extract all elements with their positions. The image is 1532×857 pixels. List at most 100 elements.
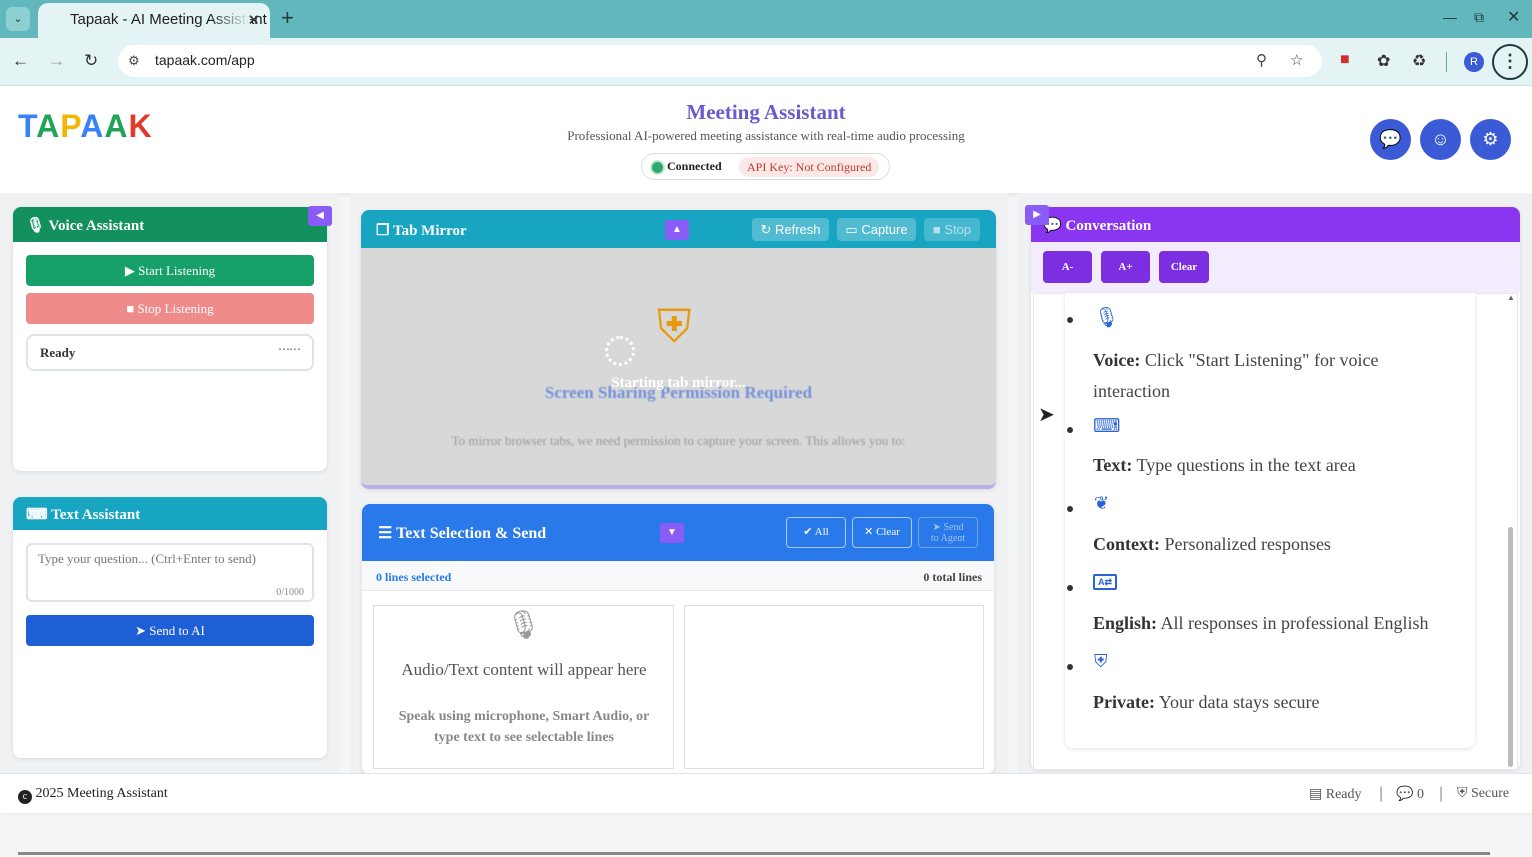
selectable-lines-left[interactable]: 🎙 Audio/Text content will appear here Sp… <box>373 605 674 769</box>
feature-private-label: Private: <box>1093 692 1155 712</box>
feature-voice: Voice: Click "Start Listening" for voice… <box>1093 345 1453 407</box>
stop-icon: ■ <box>126 301 135 316</box>
forward-icon[interactable]: → <box>48 51 65 71</box>
extension-bird-icon[interactable]: ✿ <box>1377 51 1390 71</box>
char-counter: 0/1000 <box>276 587 304 598</box>
start-listening-button[interactable]: ▶ Start Listening <box>26 255 314 286</box>
voice-assistant-panel: 🎙 Voice Assistant ▶ Start Listening ■ St… <box>13 207 327 471</box>
account-button[interactable]: ☺ <box>1420 119 1461 160</box>
close-tab-icon[interactable]: ✕ <box>247 11 260 29</box>
voice-status-text: Ready <box>40 345 76 360</box>
profile-avatar[interactable]: R <box>1464 52 1484 72</box>
question-textarea[interactable]: Type your question... (Ctrl+Enter to sen… <box>26 543 314 602</box>
send-to-agent-button[interactable]: ➤ Send to Agent <box>918 517 978 548</box>
refresh-label: Refresh <box>775 222 821 237</box>
copyright-icon: c <box>18 790 32 804</box>
feature-voice-text-cont: interaction <box>1093 381 1170 401</box>
collapse-left-button[interactable]: ◀ <box>308 206 332 226</box>
tab-mirror-panel: ❐ Tab Mirror ▲ ↻ Refresh ▭ Capture ■ Sto… <box>361 210 996 489</box>
copyright: c 2025 Meeting Assistant <box>18 786 168 804</box>
feature-private: Private: Your data stays secure <box>1093 692 1319 713</box>
password-key-icon[interactable]: ⚲ <box>1256 51 1267 69</box>
feature-english-text: All responses in professional English <box>1160 613 1429 633</box>
shield-icon: ⛨ <box>1094 651 1108 671</box>
url-text[interactable]: tapaak.com/app <box>155 52 255 68</box>
settings-button[interactable]: ⚙ <box>1470 119 1511 160</box>
address-bar[interactable]: ⚙ tapaak.com/app ⚲ ☆ <box>118 45 1322 77</box>
stop-listening-button[interactable]: ■ Stop Listening <box>26 293 314 324</box>
scrollbar-thumb[interactable] <box>1508 527 1513 767</box>
new-tab-button[interactable]: + <box>281 7 294 29</box>
feature-context-text: Personalized responses <box>1164 534 1331 554</box>
feature-text-label: Text: <box>1093 455 1133 475</box>
question-placeholder: Type your question... (Ctrl+Enter to sen… <box>38 551 256 566</box>
send-label-line1: Send <box>943 522 964 533</box>
selection-stats-bar: 0 lines selected 0 total lines <box>362 561 994 591</box>
voice-status-box: Ready ⋯⋯ <box>26 334 314 371</box>
close-window-button[interactable]: ✕ <box>1507 7 1520 27</box>
empty-state-title: Audio/Text content will appear here <box>401 660 647 679</box>
shield-icon: ⛨ <box>657 300 692 352</box>
text-assistant-title: Text Assistant <box>51 507 141 523</box>
stop-capture-label: Stop <box>944 222 972 237</box>
selectable-lines-right[interactable] <box>684 605 984 769</box>
monitor-icon: ▭ <box>845 222 858 237</box>
app-root: TAPAAK Meeting Assistant Professional AI… <box>0 86 1532 857</box>
send-to-ai-button[interactable]: ➤ Send to AI <box>26 615 314 646</box>
address-bar-row: ← → ↻ ⚙ tapaak.com/app ⚲ ☆ ■ ✿ ♻ <box>0 38 1532 86</box>
connected-dot-icon <box>652 162 663 173</box>
send-to-ai-label: Send to AI <box>149 623 205 638</box>
font-increase-button[interactable]: A+ <box>1101 251 1150 283</box>
bottom-scrollbar[interactable] <box>18 852 1490 855</box>
mirror-preview-area: ⛨ Screen Sharing Permission Required Sta… <box>361 248 996 485</box>
extension-red-icon[interactable]: ■ <box>1340 51 1350 69</box>
feature-text-text: Type questions in the text area <box>1136 455 1356 475</box>
restore-button[interactable]: ⧉ <box>1474 9 1484 26</box>
bookmark-star-icon[interactable]: ☆ <box>1290 51 1303 69</box>
stop-capture-button[interactable]: ■ Stop <box>924 218 980 241</box>
capture-button[interactable]: ▭ Capture <box>837 218 916 241</box>
browser-tab[interactable]: Tapaak - AI Meeting Assistant ✕ <box>38 3 270 38</box>
loading-spinner-icon <box>605 336 635 366</box>
minimize-button[interactable]: — <box>1443 9 1457 25</box>
footer-status-text: Ready <box>1325 787 1362 802</box>
feature-private-text: Your data stays secure <box>1158 692 1320 712</box>
text-selection-panel: ☰ Text Selection & Send ▼ ✔ All ✕ Clear … <box>362 504 994 774</box>
font-decrease-button[interactable]: A- <box>1043 251 1092 283</box>
site-info-icon[interactable]: ⚙ <box>128 53 140 69</box>
feature-context: Context: Personalized responses <box>1093 534 1331 555</box>
lines-selected: 0 lines selected <box>376 570 452 584</box>
browser-menu-icon[interactable]: ⋮ <box>1492 44 1528 80</box>
collapse-right-button[interactable]: ▶ <box>1025 205 1049 225</box>
footer-status: ▤ Ready <box>1309 786 1362 803</box>
conversation-header: 💬 Conversation <box>1031 207 1520 242</box>
expand-selection-button[interactable]: ▼ <box>660 523 684 543</box>
microphone-icon: 🎙 <box>1094 307 1120 329</box>
clear-conversation-button[interactable]: Clear <box>1159 251 1209 283</box>
back-icon[interactable]: ← <box>12 51 29 71</box>
reload-icon[interactable]: ↻ <box>84 51 98 71</box>
start-listening-label: Start Listening <box>138 263 216 278</box>
feature-voice-text: Click "Start Listening" for voice <box>1144 350 1379 370</box>
send-icon: ➤ <box>135 623 147 638</box>
feature-voice-label: Voice: <box>1093 350 1141 370</box>
scroll-up-icon[interactable]: ▲ <box>1507 293 1515 302</box>
text-selection-title: Text Selection & Send <box>396 525 547 542</box>
refresh-button[interactable]: ↻ Refresh <box>752 218 829 241</box>
select-all-button[interactable]: ✔ All <box>786 517 846 548</box>
keyboard-icon: ⌨ <box>1093 416 1121 437</box>
feature-english-label: English: <box>1093 613 1158 633</box>
tab-search-button[interactable]: ⌄ <box>6 7 30 31</box>
conversation-panel: 💬 Conversation A- A+ Clear ▲ <box>1031 207 1520 770</box>
collapse-mirror-button[interactable]: ▲ <box>665 220 689 240</box>
conversation-title: Conversation <box>1065 218 1152 234</box>
footer-count-text: 0 <box>1416 787 1424 802</box>
page-subtitle: Professional AI-powered meeting assistan… <box>567 128 965 143</box>
chat-button[interactable]: 💬 <box>1370 119 1411 160</box>
connection-text: Connected <box>667 159 722 173</box>
feature-context-label: Context: <box>1093 534 1160 554</box>
send-label-line2: to Agent <box>930 533 966 544</box>
shield-icon: ⛨ <box>1457 786 1468 801</box>
clear-selection-button[interactable]: ✕ Clear <box>852 517 912 548</box>
extensions-puzzle-icon[interactable]: ♻ <box>1412 51 1426 71</box>
